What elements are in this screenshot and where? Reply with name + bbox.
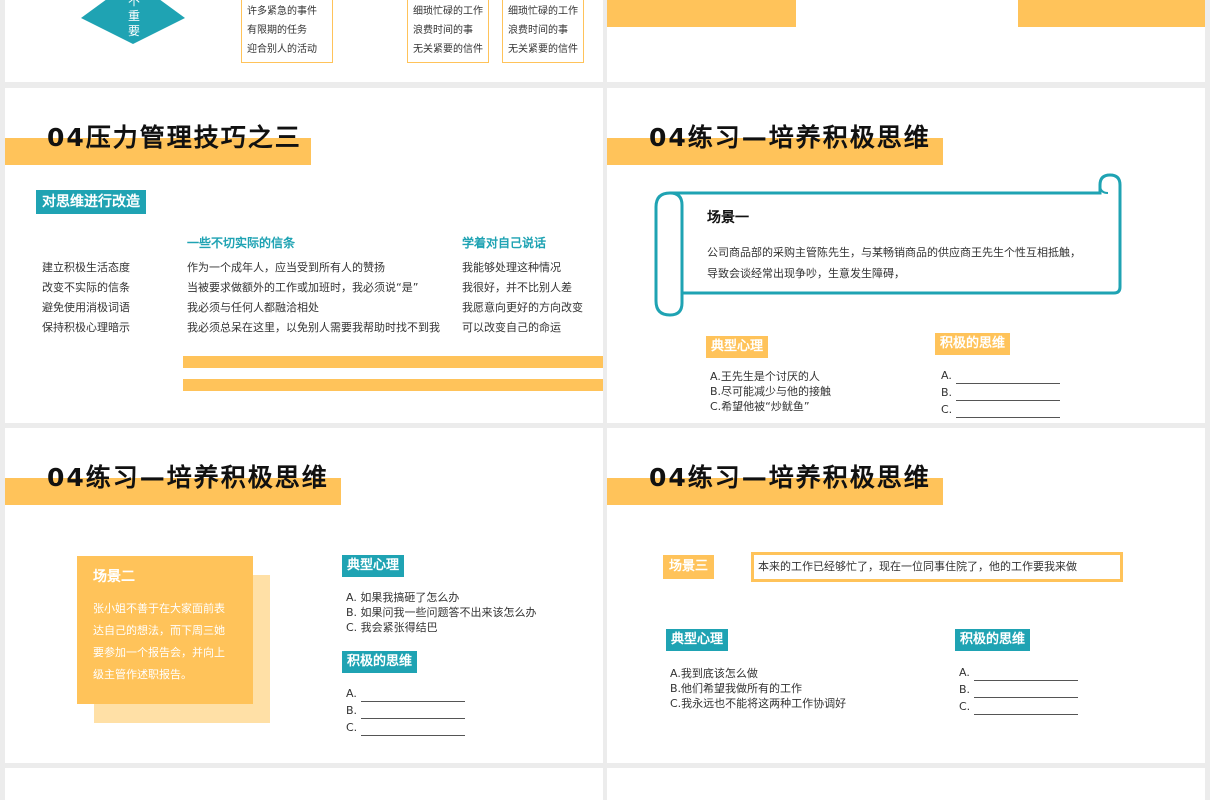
slide-title: 04练习—培养积极思维: [47, 463, 329, 492]
positive-list: A. B. C.: [959, 664, 1079, 715]
scene-label: 场景三: [663, 555, 715, 579]
list-item: 我能够处理这种情况: [462, 261, 561, 274]
answer-line: A.: [941, 367, 1060, 384]
answer-blank[interactable]: [361, 724, 466, 736]
accent-bar: [183, 379, 603, 391]
answer-line: B.: [346, 702, 466, 719]
typical-label: 典型心理: [666, 629, 729, 651]
slide-thumbnail-6[interactable]: 04练习—培养积极思维 场景三 本来的工作已经够忙了，现在一位同事住院了，他的工…: [607, 428, 1205, 763]
typical-list: A.王先生是个讨厌的人 B.尽可能减少与他的接触 C.希望他被“炒鱿鱼”: [710, 369, 831, 414]
slide-title: 04练习—培养积极思维: [649, 123, 931, 152]
quadrant-item: 许多紧急的事件: [247, 6, 317, 17]
diamond-label: 不 重 要: [127, 0, 140, 38]
answer-line: C.: [346, 719, 466, 736]
scene-textbox: 本来的工作已经够忙了，现在一位同事住院了，他的工作要我来做: [751, 552, 1123, 582]
answer-line: C.: [941, 401, 1061, 418]
positive-label: 积极的思维: [955, 629, 1031, 651]
quadrant-item: 迎合别人的活动: [247, 44, 317, 55]
answer-blank[interactable]: [360, 690, 465, 702]
list-item: 保持积极心理暗示: [42, 321, 130, 334]
scene-title: 场景二: [93, 569, 135, 585]
list-item: C.希望他被“炒鱿鱼”: [710, 400, 810, 413]
quadrant-item: 细琐忙碌的工作: [413, 6, 483, 17]
quadrant-item: 浪费时间的事: [413, 25, 473, 36]
answer-blank[interactable]: [973, 669, 1078, 681]
list-item: C.我永远也不能将这两种工作协调好: [670, 697, 847, 710]
quadrant-item: 有限期的任务: [247, 25, 307, 36]
scene-title: 场景一: [707, 210, 749, 226]
list-item: A.我到底该怎么做: [670, 667, 758, 680]
scene-description: 张小姐不善于在大家面前表 达自己的想法，而下周三她 要参加一个报告会，并向上 级…: [93, 598, 225, 686]
scene-line: 公司商品部的采购主管陈先生，与某畅销商品的供应商王先生个性互相抵触，: [707, 246, 1081, 259]
typical-list: A.我到底该怎么做 B.他们希望我做所有的工作 C.我永远也不能将这两种工作协调…: [670, 666, 846, 711]
list-item: B.尽可能减少与他的接触: [710, 385, 832, 398]
list-item: A.王先生是个讨厌的人: [710, 370, 820, 383]
slide-thumbnail-8[interactable]: [607, 768, 1205, 800]
list-item: 当被要求做额外的工作或加班时，我必须说“是”: [187, 281, 419, 294]
list-item: C. 我会紧张得结巴: [346, 621, 438, 634]
list-item: 我很好，并不比别人差: [462, 281, 572, 294]
typical-list: A. 如果我搞砸了怎么办 B. 如果问我一些问题答不出来该怎么办 C. 我会紧张…: [346, 590, 537, 635]
answer-blank[interactable]: [974, 703, 1079, 715]
typical-label: 典型心理: [342, 555, 405, 577]
answer-line: B.: [941, 384, 1061, 401]
quadrant-item: 无关紧要的信件: [508, 44, 578, 55]
list-item: 改变不实际的信条: [42, 281, 130, 294]
typical-label: 典型心理: [706, 336, 769, 358]
column-heading: 学着对自己说话: [462, 236, 547, 250]
slide-title: 04压力管理技巧之三: [47, 123, 302, 152]
scene-description: 本来的工作已经够忙了，现在一位同事住院了，他的工作要我来做: [758, 560, 1077, 573]
quadrant-box-2: 细琐忙碌的工作 浪费时间的事 无关紧要的信件: [407, 0, 489, 63]
answer-line: B.: [959, 681, 1079, 698]
scene-line: 要参加一个报告会，并向上: [93, 646, 225, 659]
quadrant-item: 无关紧要的信件: [413, 44, 483, 55]
list-item: B.他们希望我做所有的工作: [670, 682, 803, 695]
scene-line: 达自己的想法，而下周三她: [93, 624, 225, 637]
list-item: 作为一个成年人，应当受到所有人的赞扬: [187, 261, 385, 274]
positive-label: 积极的思维: [935, 333, 1011, 355]
positive-list: A. B. C.: [941, 367, 1061, 418]
scene-description: 公司商品部的采购主管陈先生，与某畅销商品的供应商王先生个性互相抵触， 导致会谈经…: [707, 242, 1081, 284]
list-item: 我必须总呆在这里，以免别人需要我帮助时找不到我: [187, 321, 440, 334]
list-item: 避免使用消极词语: [42, 301, 130, 314]
list-item: A. 如果我搞砸了怎么办: [346, 591, 460, 604]
accent-bar: [183, 356, 603, 368]
scene-line: 级主管作述职报告。: [93, 668, 192, 681]
left-list: 建立积极生活态度 改变不实际的信条 避免使用消极词语 保持积极心理暗示: [42, 258, 130, 338]
accent-bar: [607, 0, 796, 27]
answer-blank[interactable]: [956, 406, 1061, 418]
topic-tag: 对思维进行改造: [36, 190, 146, 214]
slide-thumbnail-2[interactable]: [607, 0, 1205, 82]
scene-line: 张小姐不善于在大家面前表: [93, 602, 225, 615]
scene-line: 导致会谈经常出现争吵，生意发生障碍，: [707, 267, 905, 280]
positive-label: 积极的思维: [342, 651, 418, 673]
list-item: 我必须与任何人都融洽相处: [187, 301, 319, 314]
slide-title: 04练习—培养积极思维: [649, 463, 931, 492]
accent-bar: [1018, 0, 1205, 27]
quadrant-item: 浪费时间的事: [508, 25, 568, 36]
slide-thumbnail-1[interactable]: 不 重 要 许多紧急的事件 有限期的任务 迎合别人的活动 细琐忙碌的工作 浪费时…: [5, 0, 603, 82]
slide-thumbnail-3[interactable]: 04压力管理技巧之三 对思维进行改造 建立积极生活态度 改变不实际的信条 避免使…: [5, 88, 603, 423]
quadrant-item: 细琐忙碌的工作: [508, 6, 578, 17]
answer-line: C.: [959, 698, 1079, 715]
list-item: 可以改变自己的命运: [462, 321, 561, 334]
list-item: 我愿意向更好的方向改变: [462, 301, 583, 314]
answer-blank[interactable]: [955, 372, 1060, 384]
slide-thumbnail-4[interactable]: 04练习—培养积极思维 场景一 公司商品部的采购主管陈先生，与某畅销商品的供应商…: [607, 88, 1205, 423]
answer-line: A.: [346, 685, 465, 702]
answer-blank[interactable]: [361, 707, 466, 719]
column-heading: 一些不切实际的信条: [187, 236, 296, 250]
positive-list: A. B. C.: [346, 685, 466, 736]
mid-list: 作为一个成年人，应当受到所有人的赞扬 当被要求做额外的工作或加班时，我必须说“是…: [187, 258, 440, 338]
list-item: B. 如果问我一些问题答不出来该怎么办: [346, 606, 537, 619]
list-item: 建立积极生活态度: [42, 261, 130, 274]
right-list: 我能够处理这种情况 我很好，并不比别人差 我愿意向更好的方向改变 可以改变自己的…: [462, 258, 583, 338]
answer-blank[interactable]: [974, 686, 1079, 698]
answer-blank[interactable]: [956, 389, 1061, 401]
slide-thumbnail-7[interactable]: [5, 768, 603, 800]
quadrant-box-1: 许多紧急的事件 有限期的任务 迎合别人的活动: [241, 0, 333, 63]
answer-line: A.: [959, 664, 1078, 681]
quadrant-box-3: 细琐忙碌的工作 浪费时间的事 无关紧要的信件: [502, 0, 584, 63]
slide-thumbnail-5[interactable]: 04练习—培养积极思维 场景二 张小姐不善于在大家面前表 达自己的想法，而下周三…: [5, 428, 603, 763]
